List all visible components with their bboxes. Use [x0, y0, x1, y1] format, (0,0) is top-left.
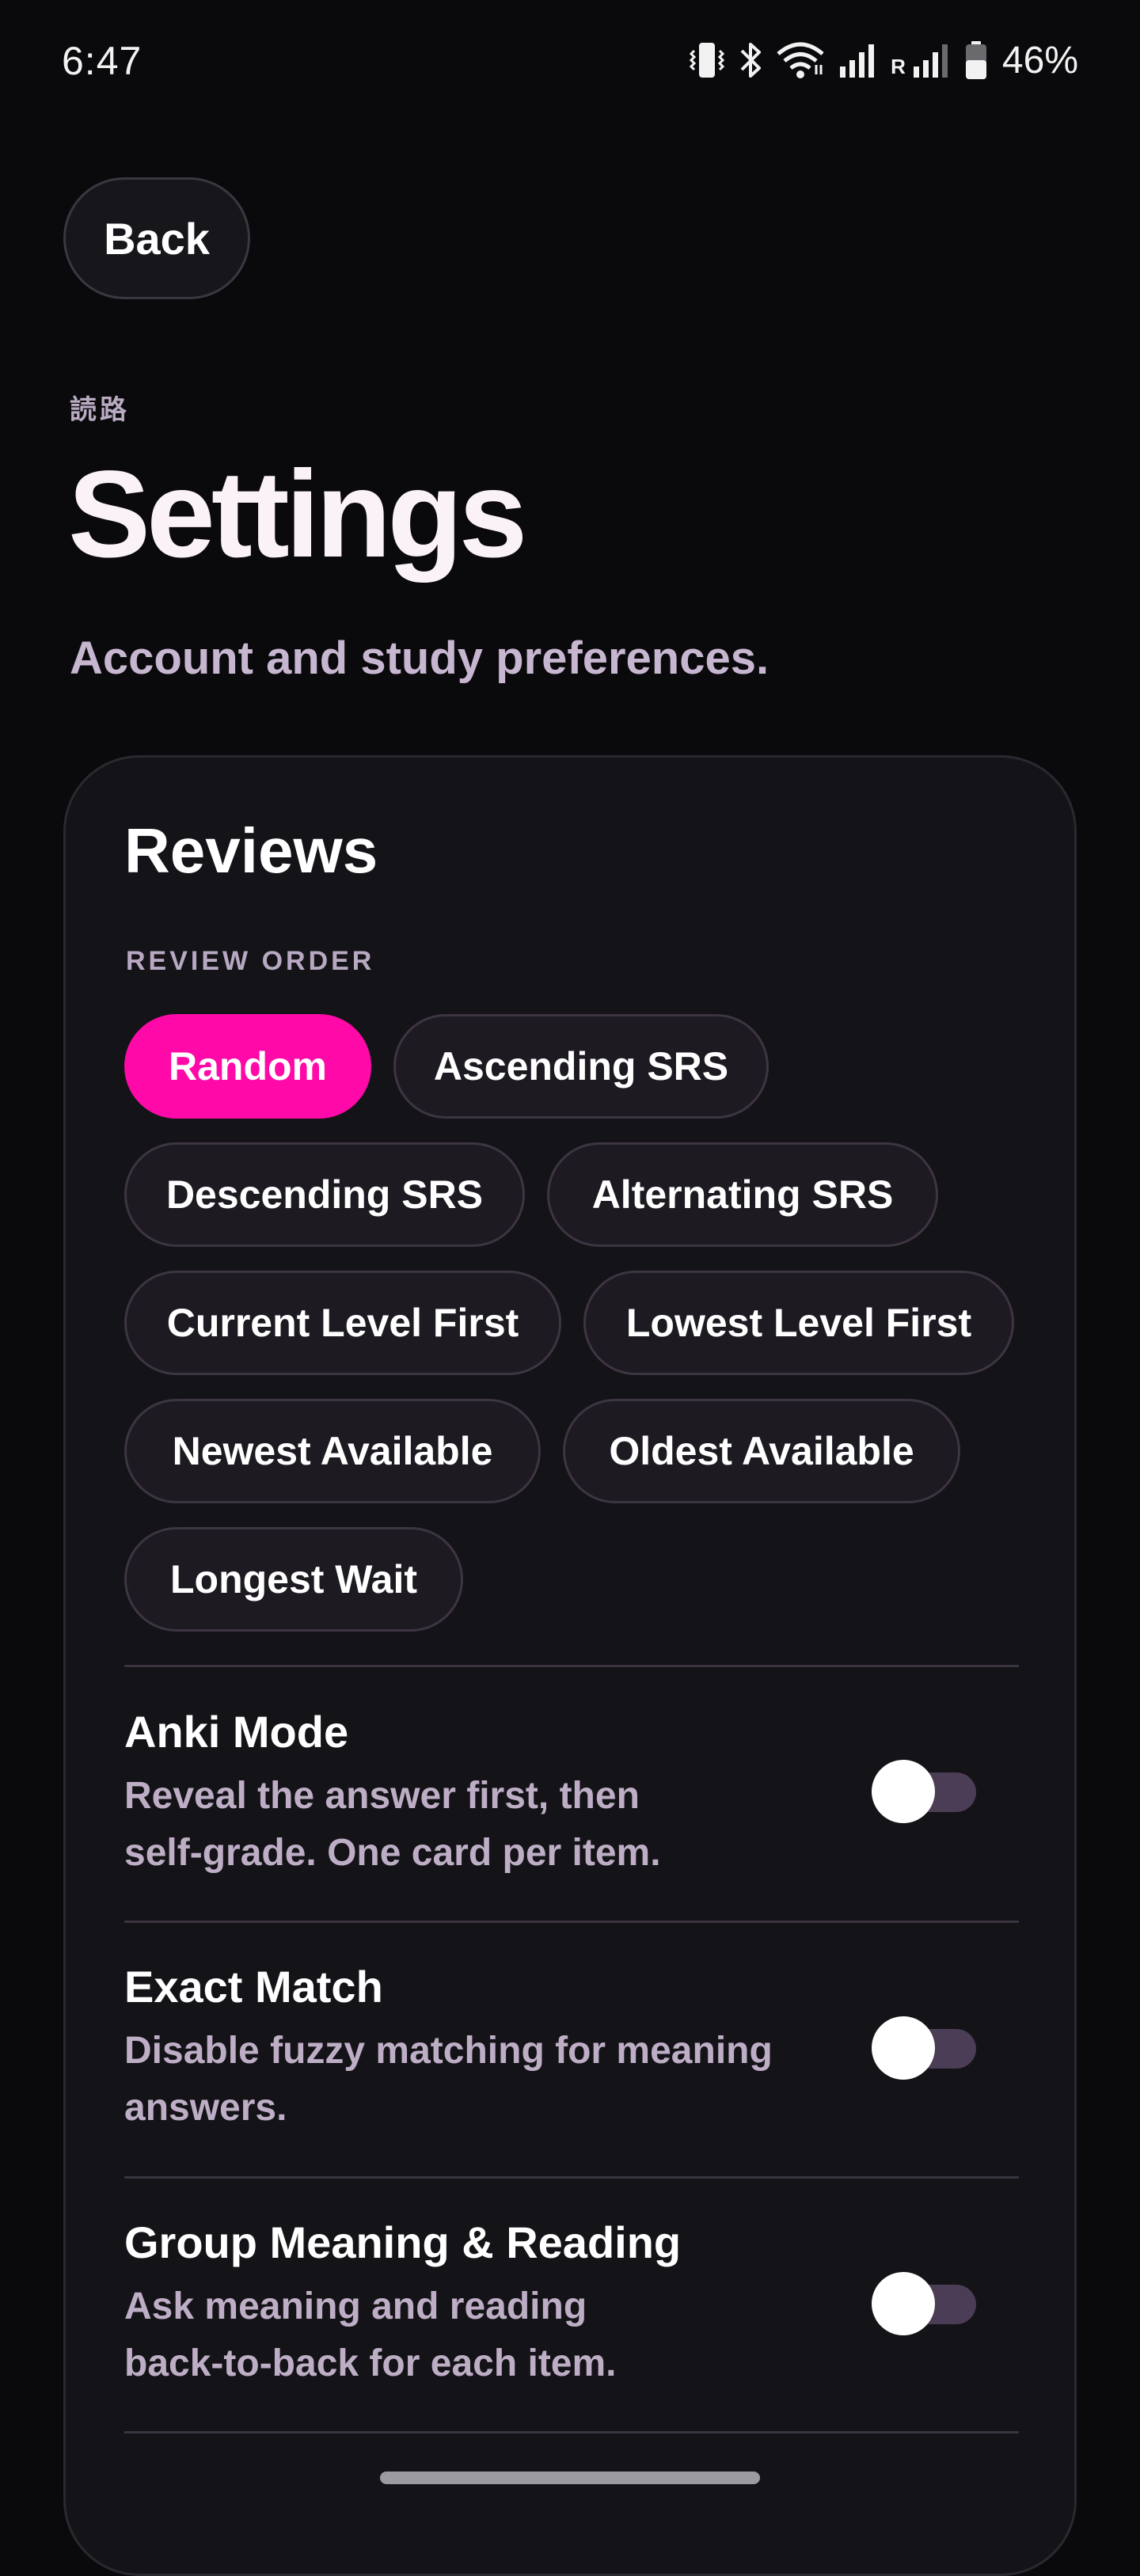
order-chip-current-level-first[interactable]: Current Level First: [124, 1271, 561, 1375]
setting-exact-match: Exact Match Disable fuzzy matching for m…: [124, 1959, 1019, 2141]
divider: [124, 2176, 1019, 2179]
group-meaning-reading-toggle[interactable]: [872, 2272, 976, 2335]
page-subtitle: Account and study preferences.: [70, 633, 770, 684]
status-icons: R 46%: [688, 36, 1078, 84]
anki-mode-toggle[interactable]: [872, 1760, 976, 1823]
status-time: 6:47: [62, 39, 142, 83]
order-chip-longest-wait[interactable]: Longest Wait: [124, 1527, 463, 1632]
setting-title: Group Meaning & Reading: [124, 2217, 682, 2267]
setting-group-meaning-reading: Group Meaning & Reading Ask meaning and …: [124, 2215, 1019, 2397]
app-kanji-label: 読路: [70, 394, 130, 426]
order-chip-random[interactable]: Random: [124, 1014, 371, 1119]
page-title: Settings: [68, 446, 527, 583]
divider: [124, 2431, 1019, 2434]
setting-description: Disable fuzzy matching for meaning answe…: [124, 2030, 773, 2129]
vibrate-icon: [688, 40, 726, 81]
order-chip-descending-srs[interactable]: Descending SRS: [124, 1142, 525, 1247]
bluetooth-icon: [737, 40, 764, 81]
setting-anki-mode: Anki Mode Reveal the answer first, then …: [124, 1704, 1019, 1886]
setting-description: Reveal the answer first, then self-grade…: [124, 1775, 661, 1874]
toggle-knob: [872, 2272, 935, 2335]
signal-roaming-icon: [910, 40, 953, 81]
reviews-card: Reviews REVIEW ORDER Random Ascending SR…: [63, 755, 1077, 2576]
order-chip-newest-available[interactable]: Newest Available: [124, 1399, 541, 1503]
order-chip-lowest-level-first[interactable]: Lowest Level First: [583, 1271, 1014, 1375]
toggle-knob: [872, 1760, 935, 1823]
signal-icon: [837, 40, 880, 81]
battery-icon: [964, 40, 988, 81]
divider: [124, 1665, 1019, 1667]
reviews-title: Reviews: [124, 815, 378, 886]
wifi-icon: [775, 40, 826, 81]
exact-match-toggle[interactable]: [872, 2016, 976, 2080]
review-order-label: REVIEW ORDER: [126, 946, 375, 976]
back-button[interactable]: Back: [63, 177, 250, 299]
setting-title: Exact Match: [124, 1962, 383, 2012]
toggle-knob: [872, 2016, 935, 2080]
setting-description: Ask meaning and reading back-to-back for…: [124, 2285, 617, 2384]
setting-title: Anki Mode: [124, 1707, 349, 1757]
order-chip-ascending-srs[interactable]: Ascending SRS: [393, 1014, 769, 1119]
order-chip-oldest-available[interactable]: Oldest Available: [563, 1399, 960, 1503]
home-indicator[interactable]: [380, 2472, 760, 2484]
divider: [124, 1921, 1019, 1923]
status-bar: 6:47 R 46%: [0, 0, 1140, 127]
order-chip-alternating-srs[interactable]: Alternating SRS: [547, 1142, 938, 1247]
roaming-indicator: R: [891, 55, 906, 78]
battery-percent: 46%: [1001, 39, 1078, 82]
